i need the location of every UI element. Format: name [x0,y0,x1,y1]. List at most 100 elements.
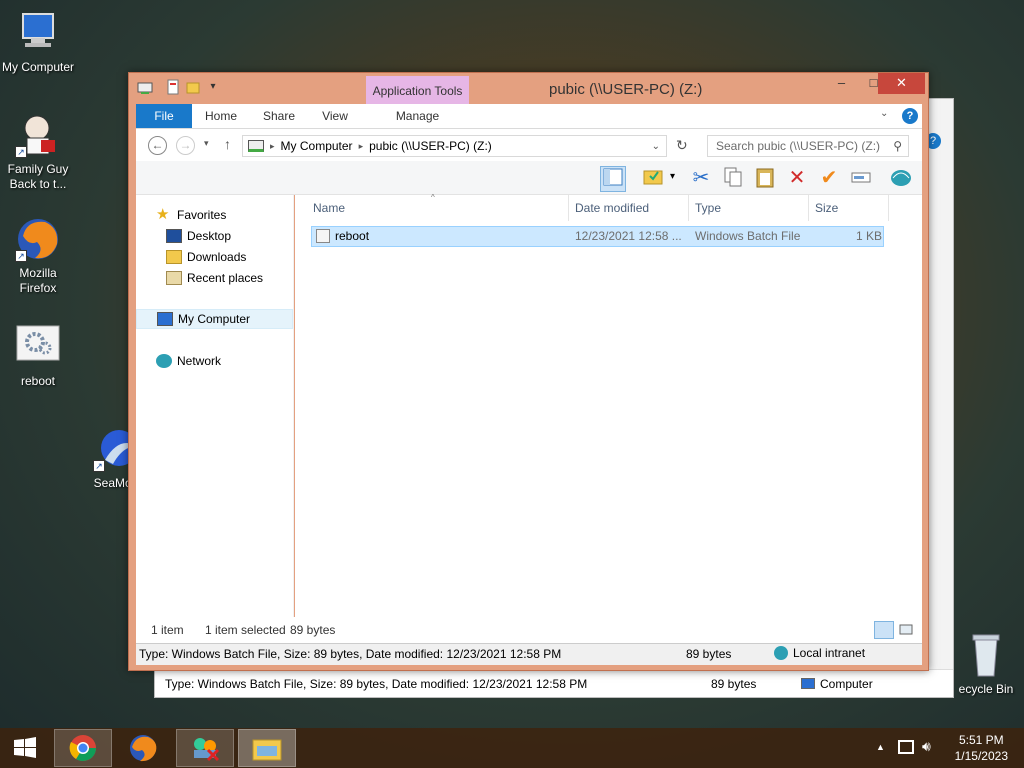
rename-icon[interactable] [848,166,874,192]
start-icon [14,737,36,758]
volume-icon[interactable]: 🔊︎ [922,738,931,755]
refresh-icon[interactable]: ↻ [676,137,688,154]
breadcrumb-pubic[interactable]: pubic (\\USER-PC) (Z:) [369,139,492,153]
explorer-window[interactable]: ▾ Application Tools pubic (\\USER-PC) (Z… [128,72,929,671]
nav-label: Network [177,354,222,368]
nav-favorites[interactable]: ★ Favorites [156,205,226,225]
checkmark-icon[interactable]: ✔ [816,166,842,192]
desktop-icon-family-guy[interactable]: ↗ Family Guy Back to t... [0,112,76,192]
forward-button[interactable]: → [176,136,195,155]
address-bar-row: ← → ▾ ↑ ▸ My Computer ▸ pubic (\\USER-PC… [136,129,922,161]
desktop-icon-label: My Computer [1,60,75,74]
column-header-size[interactable]: Size [809,195,889,221]
desktop-icon-recycle-bin[interactable]: ecycle Bin [948,632,1024,697]
dropdown-arrow-icon[interactable]: ▾ [670,171,675,182]
column-header-date-modified[interactable]: Date modified [569,195,689,221]
network-status-icon[interactable] [898,740,914,754]
application-tools-label: Application Tools [366,76,469,106]
help-icon[interactable]: ? [902,108,918,124]
tab-file[interactable]: File [136,104,192,128]
shortcut-arrow-icon: ↗ [15,250,27,262]
address-input[interactable]: ▸ My Computer ▸ pubic (\\USER-PC) (Z:) ⌄ [242,135,667,157]
nav-label: My Computer [178,312,251,326]
batch-file-icon [316,229,330,243]
start-button[interactable] [0,729,50,767]
close-button[interactable]: ✕ [878,73,925,94]
new-folder-icon[interactable] [185,79,201,95]
network-drive-icon[interactable] [137,79,153,95]
selected-count: 1 item selected [205,623,286,637]
properties-icon[interactable] [165,79,181,95]
file-list: ^ Name Date modified Type Size reboot 12… [295,193,922,617]
column-header-name[interactable]: Name [307,195,569,221]
details-zone: Computer [801,677,873,691]
search-input[interactable]: Search pubic (\\USER-PC) (Z:) ⚲ [707,135,909,157]
desktop-icon-my-computer[interactable]: My Computer [0,10,76,75]
clock-date: 1/15/2023 [954,749,1008,763]
minimize-button[interactable]: ‒ [829,73,854,94]
nav-downloads[interactable]: Downloads [166,247,246,267]
shortcut-arrow-icon: ↗ [15,146,27,158]
large-icons-view-icon[interactable] [898,621,914,639]
taskbar-firefox[interactable] [114,729,172,767]
details-zone-label: Computer [820,676,873,691]
back-button[interactable]: ← [148,136,167,155]
title-bar[interactable]: ▾ Application Tools pubic (\\USER-PC) (Z… [129,73,928,106]
desktop-icon-reboot[interactable]: reboot [0,324,76,389]
recent-locations-icon[interactable]: ▾ [204,138,209,149]
file-name: reboot [335,229,370,243]
nav-recent-places[interactable]: Recent places [166,268,263,288]
up-arrow-icon[interactable]: ↑ [224,136,231,152]
breadcrumb-my-computer[interactable]: My Computer [281,139,353,153]
select-folder-icon[interactable] [640,166,666,192]
preview-pane-icon[interactable] [600,166,626,192]
taskbar-network-tool[interactable] [176,729,234,767]
tab-manage[interactable]: Manage [366,104,469,128]
nav-my-computer[interactable]: My Computer [136,309,293,329]
desktop-icon-label: Mozilla Firefox [19,266,57,295]
search-icon: ⚲ [893,139,902,153]
nav-network[interactable]: Network [156,351,221,371]
local-intranet-icon [774,646,788,660]
details-text: Type: Windows Batch File, Size: 89 bytes… [165,676,588,691]
paste-icon[interactable] [752,166,778,192]
delete-icon[interactable]: ✕ [784,166,810,192]
chrome-icon [69,735,97,762]
nav-label: Favorites [177,208,227,222]
file-row[interactable]: reboot 12/23/2021 12:58 ... Windows Batc… [311,226,884,247]
tab-share[interactable]: Share [260,104,298,128]
details-bar: Type: Windows Batch File, Size: 89 bytes… [136,643,922,665]
firefox-icon: ↗ [15,216,61,262]
details-zone-label: Local intranet [793,646,866,660]
cut-icon[interactable]: ✂ [688,166,714,192]
window-title: pubic (\\USER-PC) (Z:) [549,81,703,98]
tab-home[interactable]: Home [202,104,240,128]
customize-qat-icon[interactable]: ▾ [205,79,221,95]
taskbar-file-explorer[interactable] [238,729,296,767]
tab-view[interactable]: View [316,104,354,128]
file-type: Windows Batch File [695,229,801,243]
address-dropdown-icon[interactable]: ⌄ [652,141,660,152]
show-hidden-icons-icon[interactable]: ▲ [876,742,885,752]
clock[interactable]: 5:51 PM 1/15/2023 [955,732,1008,764]
star-icon: ★ [156,206,170,223]
taskbar-chrome[interactable] [54,729,112,767]
expand-ribbon-icon[interactable]: ⌄ [880,108,888,119]
desktop-icon-label: reboot [20,374,56,388]
nav-desktop[interactable]: Desktop [166,226,231,246]
navigation-pane: ★ Favorites Desktop Downloads Recent pla… [136,195,294,617]
column-header-type[interactable]: Type [689,195,809,221]
clock-time: 5:51 PM [958,733,1004,747]
details-view-icon[interactable] [874,621,894,639]
network-icon [156,354,172,368]
desktop-icon-firefox[interactable]: ↗ Mozilla Firefox [0,216,76,296]
family-guy-icon: ↗ [15,112,61,158]
desktop-icon-label: Family Guy Back to t... [7,162,69,191]
shortcut-arrow-icon: ↗ [93,460,105,472]
desktop-icon [166,229,182,243]
file-date: 12/23/2021 12:58 ... [575,229,682,243]
computer-icon [801,678,815,689]
ribbon-tabs: File Home Share View Manage ⌄ ? [136,104,922,129]
copy-icon[interactable] [720,166,746,192]
network-globe-icon[interactable] [888,166,914,192]
